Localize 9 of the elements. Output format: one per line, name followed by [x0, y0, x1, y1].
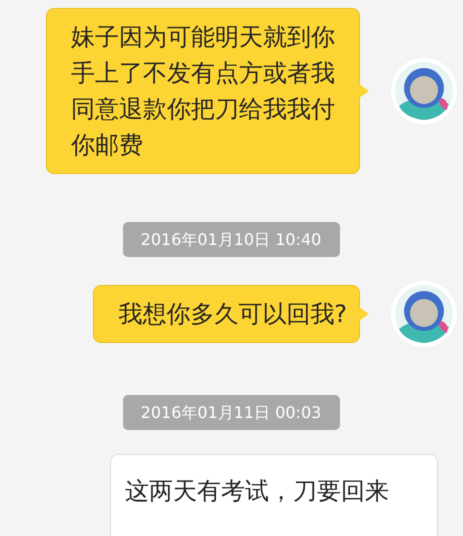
bubble-tail — [359, 307, 369, 321]
bubble-tail — [359, 84, 369, 98]
timestamp: 2016年01月11日 00:03 — [122, 395, 340, 430]
timestamp: 2016年01月10日 10:40 — [122, 222, 340, 257]
avatar[interactable] — [391, 58, 457, 124]
message-bubble: 这两天有考试，刀要回来 — [110, 454, 438, 536]
message-bubble: 妹子因为可能明天就到你手上了不发有点方或者我同意退款你把刀给我我付你邮费 — [46, 8, 360, 174]
message-bubble: 我想你多久可以回我? — [93, 285, 360, 343]
avatar[interactable] — [391, 281, 457, 347]
